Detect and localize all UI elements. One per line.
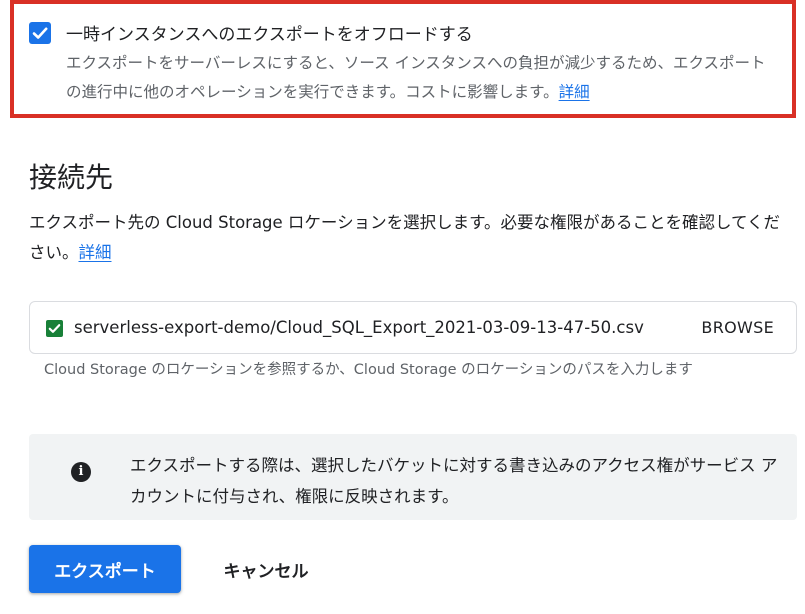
destination-description: エクスポート先の Cloud Storage ロケーションを選択します。必要な権… [29,208,789,268]
destination-heading: 接続先 [29,161,114,194]
info-icon: i [71,462,91,482]
cancel-button[interactable]: キャンセル [206,545,326,593]
browse-button[interactable]: BROWSE [701,317,774,339]
storage-path-helper: Cloud Storage のロケーションを参照するか、Cloud Storag… [44,362,693,378]
destination-description-text: エクスポート先の Cloud Storage ロケーションを選択します。必要な権… [29,213,780,262]
check-icon [32,27,48,39]
export-button[interactable]: エクスポート [29,545,181,593]
storage-path-field[interactable]: serverless-export-demo/Cloud_SQL_Export_… [29,301,797,354]
info-banner: i エクスポートする際は、選択したバケットに対する書き込みのアクセス権がサービス… [29,434,797,520]
info-text: エクスポートする際は、選択したバケットに対する書き込みのアクセス権がサービス ア… [130,456,778,506]
path-valid-badge [46,320,63,337]
offload-title: 一時インスタンスへのエクスポートをオフロードする [66,25,473,45]
offload-learn-more-link[interactable]: 詳細 [559,83,590,101]
destination-learn-more-link[interactable]: 詳細 [79,243,112,262]
storage-path-input[interactable]: serverless-export-demo/Cloud_SQL_Export_… [74,317,666,339]
check-icon [48,324,61,333]
offload-checkbox[interactable] [29,22,51,44]
offload-description-text: エクスポートをサーバーレスにすると、ソース インスタンスへの負担が減少するため、… [66,54,766,101]
offload-description: エクスポートをサーバーレスにすると、ソース インスタンスへの負担が減少するため、… [66,49,776,107]
